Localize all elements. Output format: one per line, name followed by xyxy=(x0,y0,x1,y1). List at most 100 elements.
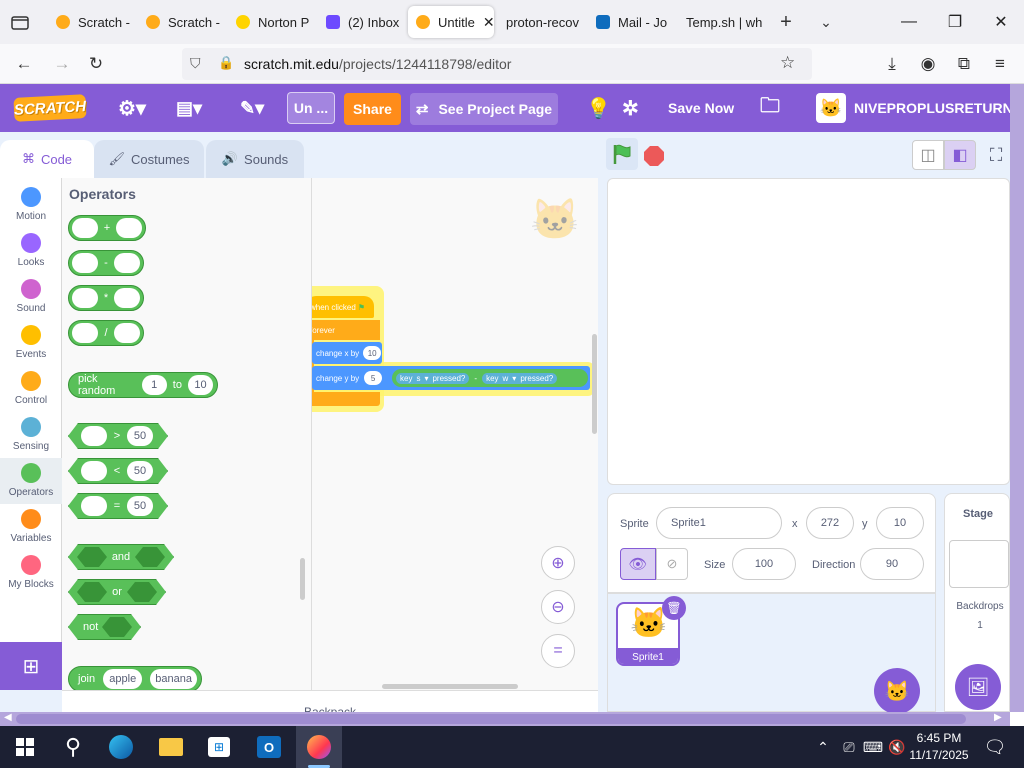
tab-code[interactable]: ⌘ Code xyxy=(0,140,94,178)
or-input-a[interactable] xyxy=(77,582,107,602)
back-arrow-icon[interactable]: ← xyxy=(12,52,36,76)
add-extension-button[interactable]: ⊞ xyxy=(0,642,62,690)
not-block[interactable]: not xyxy=(68,614,141,640)
save-now-button[interactable]: Save Now xyxy=(668,84,734,132)
key-pressed-s-block[interactable]: key s ▾ pressed? xyxy=(396,372,470,384)
close-window-icon[interactable]: ✕ xyxy=(978,6,1024,38)
eq-input-b[interactable]: 50 xyxy=(127,496,153,516)
avatar[interactable]: 🐱 xyxy=(816,93,846,123)
restore-icon[interactable]: ❐ xyxy=(932,6,978,38)
direction-field[interactable]: 90 xyxy=(860,548,924,580)
less-than-block[interactable]: <50 xyxy=(68,458,168,484)
edit-pencil-icon[interactable]: ✎▾ xyxy=(240,84,264,132)
account-icon[interactable]: ◉ xyxy=(916,52,940,76)
search-icon[interactable]: ⚲ xyxy=(50,726,96,768)
delete-sprite-button[interactable]: 🗑 xyxy=(662,596,686,620)
browser-tab-0[interactable]: Scratch - xyxy=(48,6,132,38)
workspace-hscrollbar[interactable] xyxy=(382,684,518,689)
sprite-name-field[interactable]: Sprite1 xyxy=(656,507,782,539)
multiply-block[interactable]: * xyxy=(68,285,144,311)
category-motion[interactable]: Motion xyxy=(0,182,62,228)
notifications-icon[interactable]: 🗨 xyxy=(972,726,1018,768)
change-y-input[interactable]: 5 xyxy=(364,371,383,385)
new-tab-icon[interactable]: + xyxy=(774,10,798,34)
tab-overview-icon[interactable] xyxy=(8,10,32,34)
change-x-block[interactable]: change x by 10 xyxy=(312,342,382,364)
subtract-reporter[interactable]: key s ▾ pressed? - key w ▾ pressed? xyxy=(392,369,588,387)
category-control[interactable]: Control xyxy=(0,366,62,412)
key2-value[interactable]: w xyxy=(503,374,509,383)
scroll-right-icon[interactable]: ▶ xyxy=(994,712,1002,723)
url-bar[interactable]: ⛉ 🔒 scratch.mit.edu/projects/1244118798/… xyxy=(182,48,812,80)
stage-selector-panel[interactable]: Stage Backdrops 1 🖼 xyxy=(944,493,1010,712)
browser-tab-1[interactable]: Scratch - xyxy=(138,6,222,38)
see-project-page-button[interactable]: ⇄ See Project Page xyxy=(410,93,558,125)
stop-button[interactable] xyxy=(644,146,664,166)
category-events[interactable]: Events xyxy=(0,320,62,366)
forever-block[interactable]: forever xyxy=(312,320,380,340)
list-tabs-chevron-icon[interactable]: ⌄ xyxy=(814,10,838,34)
category-my-blocks[interactable]: My Blocks xyxy=(0,550,62,596)
or-input-b[interactable] xyxy=(127,582,157,602)
zoom-in-icon[interactable]: ⊕ xyxy=(541,546,575,580)
join-input-a[interactable]: apple xyxy=(103,669,143,689)
clock[interactable]: 6:45 PM 11/17/2025 xyxy=(908,730,970,764)
backpack-bar[interactable]: Backpack xyxy=(62,690,598,712)
lock-icon[interactable]: 🔒 xyxy=(218,55,234,71)
subtract-input-a[interactable] xyxy=(72,253,98,273)
add-input-b[interactable] xyxy=(116,218,142,238)
choose-sprite-button[interactable]: 🐱 xyxy=(874,668,920,714)
or-block[interactable]: or xyxy=(68,579,166,605)
browser-tab-active[interactable]: Untitle ✕ xyxy=(408,6,494,38)
scroll-thumb[interactable] xyxy=(16,714,966,724)
greater-than-block[interactable]: >50 xyxy=(68,423,168,449)
file-explorer-icon[interactable] xyxy=(148,726,194,768)
fullscreen-icon[interactable]: ⛶ xyxy=(984,142,1008,168)
divide-block[interactable]: / xyxy=(68,320,144,346)
choose-backdrop-button[interactable]: 🖼 xyxy=(955,664,1001,710)
hide-sprite-button[interactable]: ⊘ xyxy=(656,548,688,580)
settings-gear-icon[interactable]: ⚙▾ xyxy=(118,84,146,132)
add-input-a[interactable] xyxy=(72,218,98,238)
green-flag-button[interactable] xyxy=(606,138,638,170)
lt-input-a[interactable] xyxy=(81,461,107,481)
not-input[interactable] xyxy=(102,617,132,637)
key1-value[interactable]: s xyxy=(416,374,420,383)
minimize-icon[interactable]: — xyxy=(886,6,932,38)
zoom-reset-icon[interactable]: = xyxy=(541,634,575,668)
change-x-input[interactable]: 10 xyxy=(363,346,382,360)
bookmark-star-icon[interactable]: ☆ xyxy=(780,53,795,73)
category-operators[interactable]: Operators xyxy=(0,458,62,504)
page-horizontal-scrollbar[interactable]: ◀ ▶ xyxy=(0,712,1010,726)
page-vertical-scrollbar[interactable] xyxy=(1010,84,1024,712)
my-stuff-folder-icon[interactable]: 🗀 xyxy=(760,84,780,132)
and-block[interactable]: and xyxy=(68,544,174,570)
tab-costumes[interactable]: 🖌 Costumes xyxy=(94,140,204,178)
scroll-left-icon[interactable]: ◀ xyxy=(4,712,12,723)
y-field[interactable]: 10 xyxy=(876,507,924,539)
multiply-input-b[interactable] xyxy=(114,288,140,308)
category-variables[interactable]: Variables xyxy=(0,504,62,550)
pick-random-block[interactable]: pick random 1 to 10 xyxy=(68,372,218,398)
multiply-input-a[interactable] xyxy=(72,288,98,308)
equals-block[interactable]: = 50 xyxy=(68,493,168,519)
forward-arrow-icon[interactable]: → xyxy=(50,52,74,76)
gt-input-a[interactable] xyxy=(81,426,107,446)
divide-input-b[interactable] xyxy=(114,323,140,343)
username-label[interactable]: NIVEPROPLUSRETURNS xyxy=(854,84,1022,132)
store-icon[interactable]: ⊞ xyxy=(196,726,242,768)
edge-browser-icon[interactable] xyxy=(98,726,144,768)
large-stage-icon[interactable]: ◧ xyxy=(944,140,976,170)
divide-input-a[interactable] xyxy=(72,323,98,343)
shield-icon[interactable]: ⛉ xyxy=(190,55,201,72)
zoom-out-icon[interactable]: ⊖ xyxy=(541,590,575,624)
key-pressed-w-block[interactable]: key w ▾ pressed? xyxy=(482,372,558,384)
subtract-block[interactable]: - xyxy=(68,250,144,276)
join-block[interactable]: join apple banana xyxy=(68,666,202,690)
eq-input-a[interactable] xyxy=(81,496,107,516)
and-input-b[interactable] xyxy=(135,547,165,567)
palette-scrollbar[interactable] xyxy=(300,558,305,600)
project-title-field[interactable]: Un ... xyxy=(287,92,335,124)
lt-input-b[interactable]: 50 xyxy=(127,461,153,481)
browser-tab-6[interactable]: Mail - Jo xyxy=(588,6,672,38)
